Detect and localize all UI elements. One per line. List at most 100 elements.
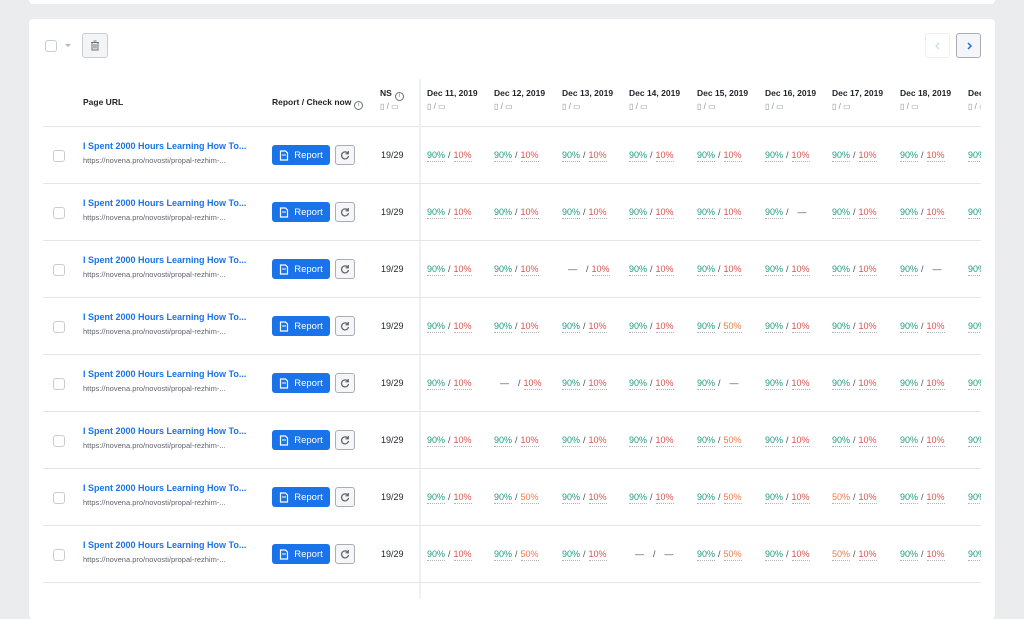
delete-button[interactable] [82,33,108,58]
mobile-score[interactable]: 90% [629,264,648,276]
desktop-score[interactable]: 10% [791,492,810,504]
mobile-score[interactable]: 90% [629,150,648,162]
report-button[interactable]: Report [272,373,330,393]
report-button[interactable]: Report [272,259,330,279]
desktop-score[interactable]: 10% [588,549,607,561]
desktop-score[interactable]: 10% [926,321,945,333]
desktop-score[interactable]: 10% [453,264,472,276]
mobile-score[interactable]: 90% [900,321,919,333]
mobile-score[interactable]: 90% [900,549,919,561]
mobile-score[interactable]: 90% [832,150,851,162]
desktop-score[interactable]: 10% [723,207,742,219]
mobile-score[interactable]: 90% [427,150,446,162]
mobile-score[interactable]: 90% [765,264,784,276]
mobile-score[interactable]: 90% [765,492,784,504]
check-now-button[interactable] [335,259,355,279]
desktop-score[interactable]: 10% [791,264,810,276]
row-checkbox[interactable] [53,150,65,162]
mobile-score[interactable]: 90% [427,378,446,390]
desktop-score[interactable]: 10% [926,378,945,390]
mobile-score[interactable]: 90% [832,207,851,219]
mobile-score[interactable]: 90% [494,150,513,162]
desktop-score[interactable]: 10% [520,435,539,447]
desktop-score[interactable]: 10% [858,492,877,504]
mobile-score[interactable]: — [629,549,650,560]
row-checkbox[interactable] [53,207,65,219]
row-checkbox[interactable] [53,378,65,390]
mobile-score[interactable]: 90% [562,378,581,390]
prev-page-button[interactable] [925,33,950,58]
mobile-score[interactable]: 50% [832,492,851,504]
mobile-score[interactable]: 90% [900,264,919,276]
mobile-score[interactable]: 90% [832,378,851,390]
desktop-score[interactable]: 10% [655,264,674,276]
mobile-score[interactable]: 90% [629,378,648,390]
mobile-score[interactable]: — [562,264,583,275]
mobile-score[interactable]: 90% [697,378,716,390]
page-title-link[interactable]: I Spent 2000 Hours Learning How To... [83,426,246,436]
mobile-score[interactable]: — [494,378,515,389]
desktop-score[interactable]: 10% [926,435,945,447]
header-page-url[interactable]: Page URL [83,97,123,107]
mobile-score[interactable]: 90% [562,207,581,219]
desktop-score[interactable]: 10% [588,435,607,447]
next-page-button[interactable] [956,33,981,58]
row-checkbox[interactable] [53,492,65,504]
mobile-score[interactable]: 90% [629,207,648,219]
header-date[interactable]: Dec 14, 2019 [629,88,680,98]
desktop-score[interactable]: 10% [858,321,877,333]
header-date[interactable]: Dec 12, 2019 [494,88,545,98]
mobile-score[interactable]: 90% [562,435,581,447]
desktop-score[interactable]: 10% [588,378,607,390]
report-button[interactable]: Report [272,202,330,222]
page-title-link[interactable]: I Spent 2000 Hours Learning How To... [83,312,246,322]
desktop-score[interactable]: 10% [926,492,945,504]
desktop-score[interactable]: 10% [453,435,472,447]
mobile-score[interactable]: 90% [697,435,716,447]
mobile-score[interactable]: 90% [832,435,851,447]
row-checkbox[interactable] [53,264,65,276]
mobile-score[interactable]: 90% [427,207,446,219]
desktop-score[interactable]: 10% [520,207,539,219]
mobile-score[interactable]: 90% [697,492,716,504]
desktop-score[interactable]: 10% [723,150,742,162]
mobile-score[interactable]: 90% [562,321,581,333]
row-checkbox[interactable] [53,435,65,447]
page-title-link[interactable]: I Spent 2000 Hours Learning How To... [83,255,246,265]
check-now-button[interactable] [335,202,355,222]
desktop-score[interactable]: — [659,549,680,560]
select-dropdown-caret-icon[interactable] [65,44,71,47]
mobile-score[interactable]: 90% [427,549,446,561]
mobile-score[interactable]: 90% [765,549,784,561]
mobile-score[interactable]: 90% [427,435,446,447]
header-date[interactable]: Dec 17, 2019 [832,88,883,98]
mobile-score[interactable]: 90% [494,492,513,504]
desktop-score[interactable]: 50% [723,492,742,504]
desktop-score[interactable]: — [792,207,813,218]
row-checkbox[interactable] [53,321,65,333]
desktop-score[interactable]: 10% [858,264,877,276]
desktop-score[interactable]: 10% [520,150,539,162]
desktop-score[interactable]: 10% [655,321,674,333]
desktop-score[interactable]: 10% [453,492,472,504]
desktop-score[interactable]: 10% [655,435,674,447]
mobile-score[interactable]: 90% [427,321,446,333]
check-now-button[interactable] [335,430,355,450]
desktop-score[interactable]: 10% [655,378,674,390]
desktop-score[interactable]: 10% [588,207,607,219]
select-all-checkbox[interactable] [45,40,57,52]
mobile-score[interactable]: 90% [629,435,648,447]
check-now-button[interactable] [335,373,355,393]
check-now-button[interactable] [335,487,355,507]
page-title-link[interactable]: I Spent 2000 Hours Learning How To... [83,369,246,379]
desktop-score[interactable]: 10% [926,207,945,219]
desktop-score[interactable]: 50% [723,321,742,333]
mobile-score[interactable]: 90% [765,435,784,447]
report-button[interactable]: Report [272,487,330,507]
desktop-score[interactable]: 50% [520,549,539,561]
mobile-score[interactable]: 90% [629,492,648,504]
info-icon[interactable]: i [354,101,364,110]
desktop-score[interactable]: 10% [858,549,877,561]
desktop-score[interactable]: 50% [723,435,742,447]
mobile-score[interactable]: 90% [494,549,513,561]
